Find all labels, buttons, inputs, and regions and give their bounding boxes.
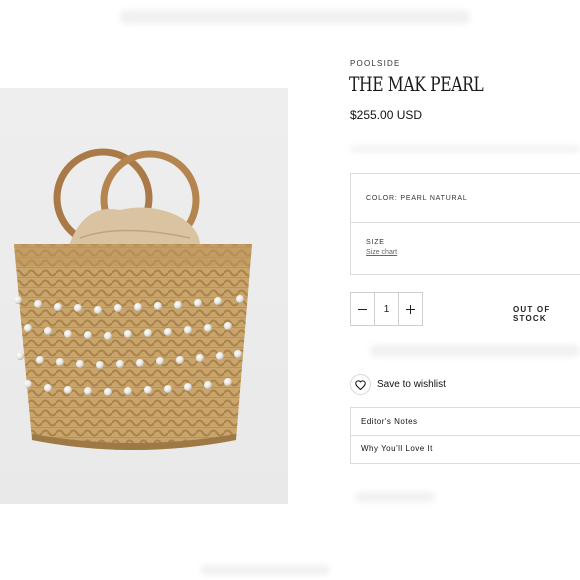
color-selector[interactable]: COLOR: PEARL NATURAL xyxy=(350,173,580,223)
blurred-header xyxy=(120,10,470,24)
minus-icon xyxy=(358,308,368,310)
product-image xyxy=(0,88,288,504)
quantity-increase-button[interactable] xyxy=(399,293,422,325)
accordion-why-youll-love-it[interactable]: Why You'll Love It xyxy=(350,435,580,464)
product-title: THE MAK PEARL xyxy=(349,72,484,96)
blurred-footer xyxy=(355,492,435,502)
size-chart-link[interactable]: Size chart xyxy=(366,249,397,256)
accordion-label: Why You'll Love It xyxy=(361,444,433,453)
brand-name[interactable]: POOLSIDE xyxy=(350,59,401,68)
accordion-label: Editor's Notes xyxy=(361,417,418,426)
basket-illustration xyxy=(14,148,252,450)
wishlist-label: Save to wishlist xyxy=(377,379,446,390)
save-to-wishlist-button[interactable]: Save to wishlist xyxy=(350,374,446,395)
color-label: COLOR: PEARL NATURAL xyxy=(366,195,468,202)
blurred-divider xyxy=(350,146,580,152)
quantity-stepper: 1 xyxy=(350,292,423,326)
size-label: SIZE xyxy=(366,239,385,246)
blurred-footer-bottom xyxy=(200,565,330,575)
quantity-decrease-button[interactable] xyxy=(351,293,374,325)
quantity-value[interactable]: 1 xyxy=(374,293,399,325)
product-price: $255.00 USD xyxy=(350,108,423,122)
size-selector[interactable]: SIZE Size chart xyxy=(350,222,580,275)
accordion-editors-notes[interactable]: Editor's Notes xyxy=(350,407,580,436)
heart-icon xyxy=(350,374,371,395)
blurred-add-to-cart xyxy=(370,345,580,357)
plus-icon xyxy=(405,304,415,314)
stock-status: OUT OF STOCK xyxy=(513,305,551,323)
